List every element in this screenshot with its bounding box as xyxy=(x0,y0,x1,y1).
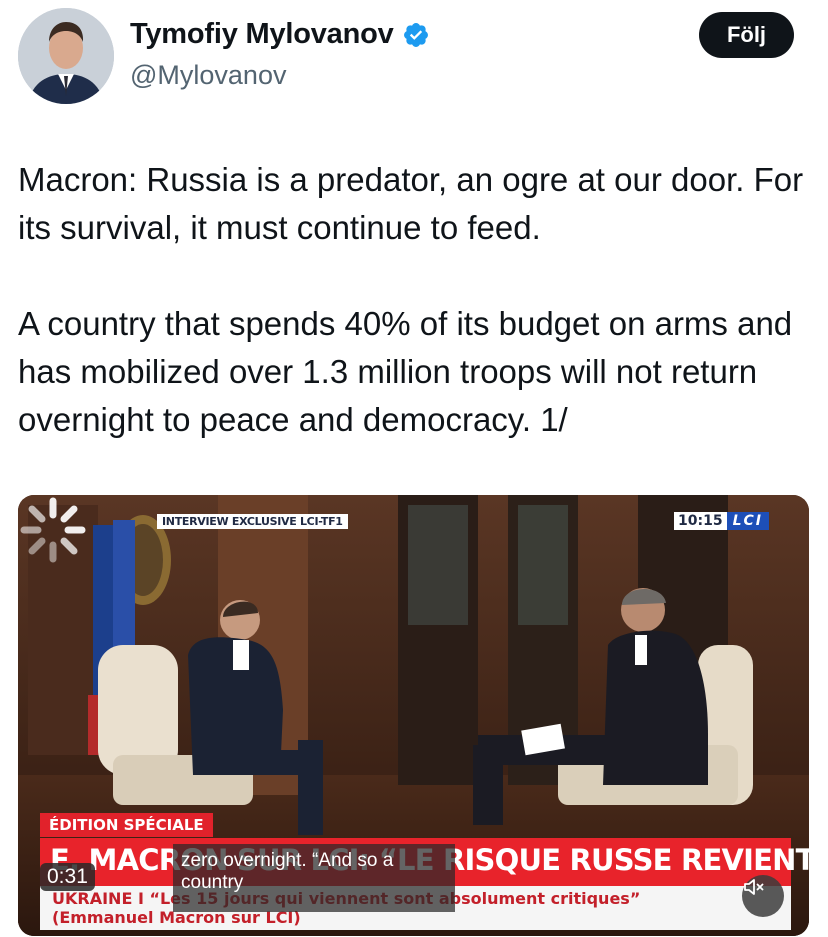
channel-logo: LCI xyxy=(726,512,769,530)
tweet-text: Macron: Russia is a predator, an ogre at… xyxy=(18,161,804,438)
interview-label: INTERVIEW EXCLUSIVE LCI-TF1 xyxy=(157,514,348,529)
video-elapsed-time: 0:31 xyxy=(40,863,95,891)
broadcast-clock: 10:15 xyxy=(674,512,727,530)
edition-label: ÉDITION SPÉCIALE xyxy=(40,813,213,837)
user-handle[interactable]: @Mylovanov xyxy=(130,60,286,91)
follow-button[interactable]: Följ xyxy=(699,12,794,58)
muted-speaker-icon xyxy=(744,879,764,895)
closed-caption: zero overnight. “And so a country xyxy=(173,844,455,912)
loading-spinner-icon xyxy=(20,497,86,563)
avatar-photo xyxy=(18,8,114,104)
channel-bug: 10:15 LCI xyxy=(674,512,769,530)
verified-badge-icon xyxy=(402,21,430,49)
video-player[interactable]: INTERVIEW EXCLUSIVE LCI-TF1 10:15 LCI ÉD… xyxy=(18,495,809,936)
author-name-row: Tymofiy Mylovanov xyxy=(130,18,430,51)
avatar[interactable] xyxy=(18,8,114,104)
display-name[interactable]: Tymofiy Mylovanov xyxy=(130,18,394,51)
mute-button[interactable] xyxy=(742,875,784,917)
